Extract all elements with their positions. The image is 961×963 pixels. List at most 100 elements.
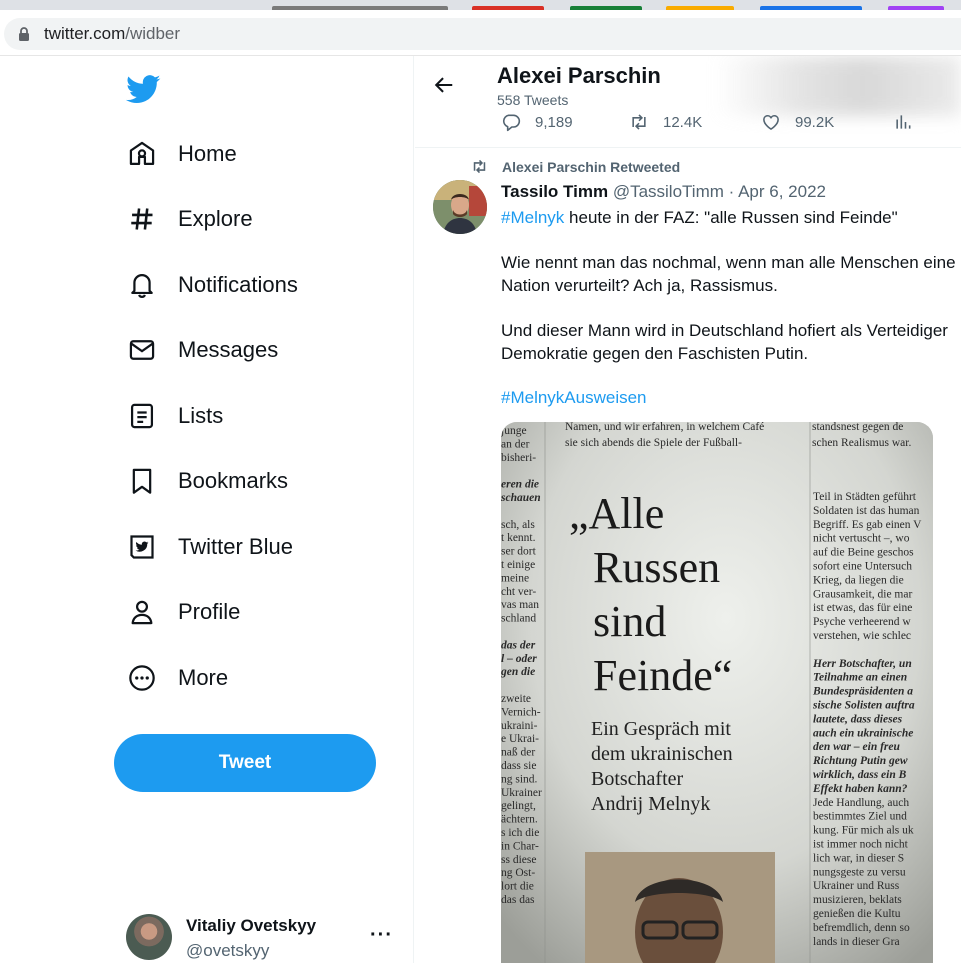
- column-text-line: nicht vertuscht –, wo: [813, 533, 910, 545]
- hashtag-icon: [131, 208, 153, 230]
- account-handle: @ovetskyy: [186, 941, 270, 960]
- hashtag-link[interactable]: #Melnyk: [501, 208, 564, 227]
- column-text-line: befremdlich, denn so: [813, 922, 910, 934]
- reply-icon: [502, 114, 521, 132]
- tweet-action-bar: 9,189 12.4K 99.2K: [415, 112, 961, 138]
- sidebar-item-explore[interactable]: Explore: [118, 193, 267, 245]
- column-text-line: gelingt,: [501, 800, 536, 812]
- retweet-context: Alexei Parschin Retweeted: [471, 158, 680, 175]
- photo-subhead-line: dem ukrainischen: [591, 743, 733, 765]
- twitter-blue-icon: [130, 535, 154, 559]
- tweet-button[interactable]: Tweet: [114, 734, 376, 792]
- sidebar-item-more[interactable]: More: [118, 652, 242, 704]
- like-button[interactable]: 99.2K: [761, 112, 834, 132]
- column-text-line: nungsgeste zu versu: [813, 866, 906, 878]
- tweet-text-line: Demokratie gegen den Faschisten Putin.: [501, 344, 809, 363]
- account-menu-icon[interactable]: ···: [370, 924, 393, 947]
- more-circle-icon: [129, 665, 155, 691]
- tweet-author-handle[interactable]: @TassiloTimm: [613, 182, 724, 201]
- column-text-line: Richtung Putin gew: [812, 755, 908, 767]
- sidebar-item-profile[interactable]: Profile: [118, 586, 254, 638]
- url-host: twitter.com: [44, 24, 126, 43]
- analytics-button[interactable]: [893, 112, 927, 132]
- photo-headline-line: sind: [593, 597, 666, 646]
- like-count: 99.2K: [795, 113, 835, 131]
- retweet-icon: [473, 159, 486, 174]
- browser-tab-strip: [0, 0, 961, 10]
- sidebar-item-lists[interactable]: Lists: [118, 390, 237, 442]
- column-text-line: schauen: [501, 492, 541, 504]
- reply-count: 9,189: [535, 113, 573, 131]
- column-text-line: Begriff. Es gab einen V: [813, 519, 922, 531]
- tweet-photo[interactable]: Namen, und wir erfahren, in welchem Café…: [501, 422, 933, 963]
- back-arrow-icon[interactable]: [433, 74, 455, 96]
- sidebar-item-label: Lists: [178, 403, 224, 428]
- column-text-line: musizieren, beklats: [813, 894, 902, 906]
- column-text-line: auf die Beine geschos: [813, 547, 914, 559]
- twitter-logo-icon[interactable]: [125, 70, 161, 106]
- sidebar-item-label: Twitter Blue: [178, 534, 293, 559]
- url-text: twitter.com/widber: [44, 24, 180, 44]
- sidebar-item-home[interactable]: Home: [118, 128, 251, 180]
- retweet-count: 12.4K: [663, 113, 703, 131]
- column-text-line: in Char-: [501, 840, 539, 852]
- tweet-count: 558 Tweets: [497, 92, 569, 108]
- photo-subhead-line: Ein Gespräch mit: [591, 718, 731, 740]
- column-text-line: meine: [501, 572, 529, 584]
- column-text-line: bestimmtes Ziel und: [813, 811, 907, 823]
- reply-button[interactable]: 9,189: [501, 112, 573, 132]
- tweet-text-line: Wie nennt man das nochmal, wenn man alle…: [501, 253, 956, 272]
- column-text-line: bisheri-: [501, 452, 536, 464]
- retweeted-by-text[interactable]: Alexei Parschin Retweeted: [502, 159, 680, 175]
- column-text-line: sische Solisten auftra: [812, 700, 915, 712]
- column-text-line: wirklich, dass ein B: [813, 769, 907, 781]
- column-text-line: junge: [501, 425, 527, 437]
- column-text-line: kung. Für mich als uk: [813, 825, 914, 837]
- avatar: [126, 914, 172, 960]
- column-text-line: das der: [501, 639, 536, 651]
- column-text-line: s ich die: [501, 827, 539, 839]
- column-text-line: ist etwas, das für eine: [813, 602, 912, 614]
- retweet-button[interactable]: 12.4K: [629, 112, 702, 132]
- column-text-line: Effekt haben kann?: [812, 783, 908, 795]
- column-text-line: vas man: [501, 599, 539, 611]
- column-text-line: eren die: [501, 479, 539, 491]
- tweet-text-line: Nation verurteilt? Ach ja, Rassismus.: [501, 276, 778, 295]
- url-field[interactable]: twitter.com/widber: [4, 18, 961, 50]
- sidebar-item-messages[interactable]: Messages: [118, 324, 292, 376]
- tweet-author-name[interactable]: Tassilo Timm: [501, 182, 608, 201]
- column-text-line: gen die: [501, 666, 535, 678]
- column-text-line: Ukrainer: [501, 787, 542, 799]
- sidebar-item-bookmarks[interactable]: Bookmarks: [118, 455, 302, 507]
- column-text-line: t einige: [501, 559, 535, 571]
- lock-icon[interactable]: [18, 27, 30, 41]
- tweet-text-line: #MelnykAusweisen: [501, 386, 647, 409]
- column-text-line: l – oder: [501, 653, 537, 665]
- sidebar-item-notifications[interactable]: Notifications: [118, 259, 312, 311]
- sidebar-item-twitter-blue[interactable]: Twitter Blue: [118, 521, 307, 573]
- person-icon: [131, 600, 153, 625]
- profile-header: Alexei Parschin 558 Tweets 9,189 12.4K 9…: [415, 56, 961, 148]
- column-text-line: zweite: [501, 693, 531, 705]
- photo-subhead-line: Botschafter: [591, 768, 684, 790]
- profile-name: Alexei Parschin: [497, 63, 661, 88]
- photo-headline-line: Russen: [593, 543, 720, 592]
- sidebar-item-label: Profile: [178, 599, 241, 624]
- hashtag-link[interactable]: #MelnykAusweisen: [501, 388, 647, 407]
- column-text-line: genießen die Kultu: [813, 908, 901, 920]
- column-text-line: Krieg, da liegen die: [813, 574, 904, 586]
- tweet-text: heute in der FAZ: "alle Russen sind Fein…: [564, 208, 898, 227]
- photo-top-right-line: schen Realismus war.: [812, 437, 911, 449]
- column-text-line: das das: [501, 894, 535, 906]
- column-text-line: ächtern.: [501, 814, 538, 826]
- sidebar: Home Explore Notifications Messages List…: [0, 56, 414, 963]
- column-text-line: verstehen, wie schlec: [813, 630, 911, 642]
- sidebar-item-label: Bookmarks: [178, 468, 289, 493]
- sidebar-item-label: Messages: [178, 337, 279, 362]
- account-switcher[interactable]: Vitaliy Ovetskyy @ovetskyy ···: [126, 908, 396, 963]
- retweet-icon: [632, 114, 646, 130]
- avatar-photo: [433, 180, 487, 234]
- tweet-date[interactable]: Apr 6, 2022: [738, 182, 826, 201]
- column-text-line: Soldaten ist das human: [813, 505, 920, 517]
- tweet-author-avatar[interactable]: [433, 180, 487, 234]
